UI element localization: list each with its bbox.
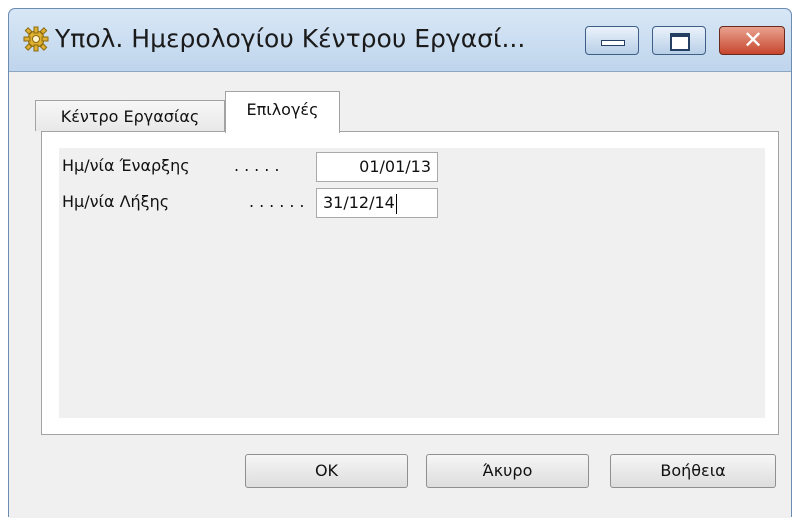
dialog-body: Κέντρο Εργασίας Επιλογές Ημ/νία Έναρξης … <box>9 71 791 518</box>
tab-options[interactable]: Επιλογές <box>225 91 340 133</box>
ok-button[interactable]: OK <box>245 454 408 488</box>
end-date-value: 31/12/14 <box>323 193 395 212</box>
end-date-label: Ημ/νία Λήξης <box>62 192 170 211</box>
minimize-button[interactable] <box>585 26 639 55</box>
maximize-icon <box>670 33 690 51</box>
close-button[interactable]: ✕ <box>719 26 785 55</box>
gear-icon <box>23 26 49 52</box>
help-button[interactable]: Βοήθεια <box>610 454 776 488</box>
start-date-label: Ημ/νία Έναρξης <box>62 156 190 175</box>
options-form: Ημ/νία Έναρξης ..... 01/01/13 Ημ/νία Λήξ… <box>59 148 765 418</box>
tab-panel-options: Ημ/νία Έναρξης ..... 01/01/13 Ημ/νία Λήξ… <box>41 131 779 435</box>
end-date-field[interactable]: 31/12/14 <box>316 188 438 218</box>
start-date-field[interactable]: 01/01/13 <box>316 152 438 182</box>
text-caret <box>395 193 397 214</box>
title-bar[interactable]: Υπολ. Ημερολογίου Κέντρου Εργασί... ✕ <box>9 9 791 71</box>
tab-work-center[interactable]: Κέντρο Εργασίας <box>35 100 225 131</box>
close-icon: ✕ <box>742 26 764 54</box>
minimize-icon <box>601 40 625 46</box>
maximize-button[interactable] <box>652 26 706 55</box>
cancel-button[interactable]: Άκυρο <box>426 454 589 488</box>
start-date-value: 01/01/13 <box>359 157 431 176</box>
dialog-window: Υπολ. Ημερολογίου Κέντρου Εργασί... ✕ Κέ… <box>8 8 792 518</box>
window-title: Υπολ. Ημερολογίου Κέντρου Εργασί... <box>55 24 526 53</box>
